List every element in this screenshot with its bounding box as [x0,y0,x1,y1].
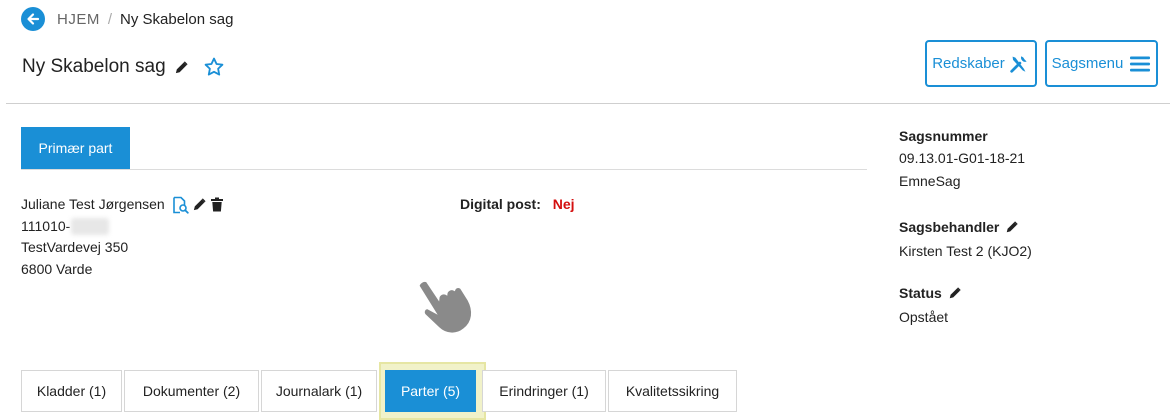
case-menu-button-label: Sagsmenu [1051,55,1124,72]
search-document-icon[interactable] [171,196,189,214]
case-number-label: Sagsnummer [899,128,988,144]
tab-erindringer[interactable]: Erindringer (1) [482,370,606,412]
case-handler-heading: Sagsbehandler [899,219,1032,235]
party-cpr: 111010- [21,216,224,238]
tools-button-label: Redskaber [932,55,1005,72]
edit-handler-pencil-icon[interactable] [999,220,1019,234]
tab-dokumenter[interactable]: Dokumenter (2) [124,370,259,412]
favorite-star-icon[interactable] [203,56,225,78]
trash-icon[interactable] [210,197,224,212]
party-city: 6800 Varde [21,260,93,277]
case-handler: Kirsten Test 2 (KJO2) [899,243,1032,259]
party-address: TestVardevej 350 [21,239,129,255]
edit-party-pencil-icon[interactable] [192,197,207,212]
back-arrow-icon[interactable] [21,7,45,31]
breadcrumb: HJEM / Ny Skabelon sag [21,6,233,32]
case-status-label: Status [899,285,942,301]
party-details: Juliane Test Jørgensen 111010- TestVarde… [21,194,224,280]
edit-status-pencil-icon[interactable] [942,286,962,300]
hamburger-icon [1130,56,1151,71]
case-status-heading: Status [899,285,962,301]
tab-parter[interactable]: Parter (5) [385,370,476,412]
case-handler-label: Sagsbehandler [899,219,1000,235]
pointing-hand-icon [414,269,482,360]
party-tab-underline [21,169,867,170]
title-row: Ny Skabelon sag [22,52,225,82]
case-status-section: Status Opstået [899,285,962,329]
tools-icon [1010,55,1027,73]
cpr-redacted [71,218,110,236]
case-menu-button[interactable]: Sagsmenu [1045,40,1158,87]
case-status: Opstået [899,309,949,325]
case-handler-section: Sagsbehandler Kirsten Test 2 (KJO2) [899,219,1032,263]
case-number: 09.13.01-G01-18-21 [899,150,1026,166]
tools-button[interactable]: Redskaber [925,40,1037,87]
breadcrumb-current: Ny Skabelon sag [120,10,234,28]
digital-post-label: Digital post: [460,196,541,212]
party-name: Juliane Test Jørgensen [21,196,165,212]
case-type: EmneSag [899,173,961,189]
breadcrumb-separator: / [107,10,113,28]
tab-kvalitetssikring[interactable]: Kvalitetssikring [608,370,737,412]
party-cpr-prefix: 111010- [21,217,71,234]
tab-kladder[interactable]: Kladder (1) [21,370,122,412]
edit-title-pencil-icon[interactable] [174,60,189,75]
digital-post-value: Nej [552,196,575,212]
page-title: Ny Skabelon sag [22,56,166,77]
breadcrumb-home-link[interactable]: HJEM [57,11,100,28]
tab-journalark[interactable]: Journalark (1) [261,370,377,412]
case-number-section: Sagsnummer 09.13.01-G01-18-21 EmneSag [899,128,1025,193]
digital-post: Digital post: Nej [460,194,575,215]
header-divider [6,103,1170,104]
tab-primary-party[interactable]: Primær part [21,127,130,169]
